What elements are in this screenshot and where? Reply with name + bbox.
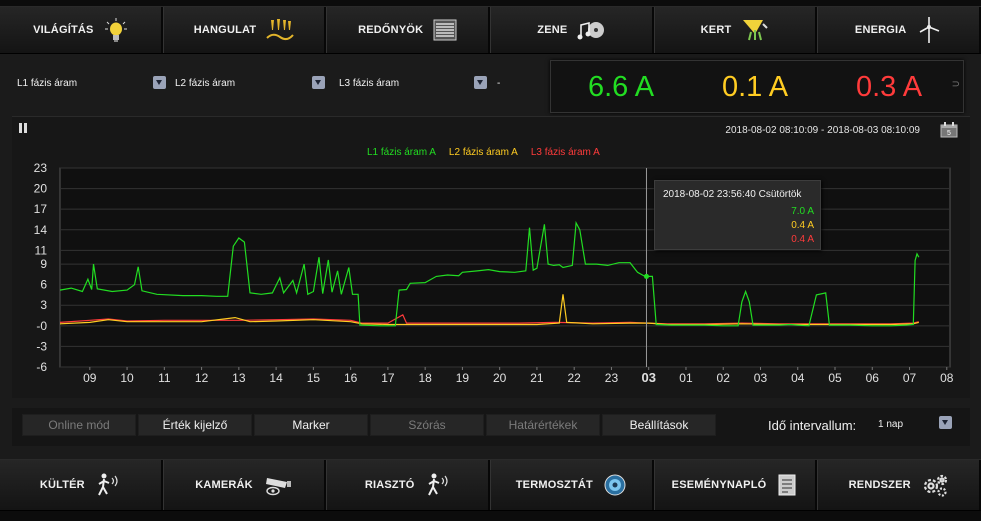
x-tick-label: 23 — [605, 371, 619, 385]
x-tick-label: 21 — [530, 371, 544, 385]
x-tick-label: 05 — [828, 371, 842, 385]
event-log-icon — [776, 473, 798, 497]
nav-label: RENDSZER — [848, 479, 911, 491]
x-tick-label: 13 — [232, 371, 246, 385]
y-tick-label: -0 — [36, 319, 47, 333]
legend-item: L3 fázis áram A — [531, 147, 600, 158]
x-tick-label: 15 — [307, 371, 321, 385]
y-tick-label: 20 — [34, 182, 48, 196]
x-tick-label: 09 — [83, 371, 97, 385]
x-tick-label: 14 — [269, 371, 283, 385]
chart-toolbar: Online mód Érték kijelző Marker Szórás H… — [12, 408, 970, 446]
tooltip-l3-value: 0.4 A — [791, 234, 814, 245]
x-tick-label: 03 — [641, 370, 655, 385]
y-tick-label: 11 — [35, 243, 48, 257]
alarm-icon — [425, 472, 451, 498]
gears-icon — [921, 473, 949, 497]
y-tick-label: 23 — [34, 161, 48, 175]
value-display-button[interactable]: Érték kijelző — [138, 414, 252, 436]
tooltip-l1-value: 7.0 A — [791, 206, 814, 217]
x-tick-label: 07 — [903, 371, 917, 385]
x-tick-label: 08 — [940, 371, 954, 385]
bottom-strip — [0, 511, 981, 521]
nav-esemenynaplo[interactable]: ESEMÉNYNAPLÓ — [653, 460, 818, 510]
x-tick-label: 18 — [418, 371, 432, 385]
x-tick-label: 10 — [120, 371, 134, 385]
x-tick-label: 01 — [679, 371, 693, 385]
marker-button[interactable]: Marker — [254, 414, 368, 436]
chevron-down-icon[interactable] — [939, 416, 952, 429]
x-tick-label: 12 — [195, 371, 209, 385]
legend-item: L2 fázis áram A — [449, 147, 518, 158]
interval-label: Idő intervallum: — [768, 418, 857, 433]
settings-button[interactable]: Beállítások — [602, 414, 716, 436]
bottom-nav: KÜLTÉR KAMERÁK RIASZTÓ TERMOSZTÁT ESEMÉN… — [0, 459, 981, 511]
nav-label: RIASZTÓ — [364, 479, 415, 491]
x-tick-label: 04 — [791, 371, 805, 385]
legend-item: L1 fázis áram A — [367, 147, 436, 158]
y-tick-label: 3 — [40, 298, 47, 312]
tooltip-l2-value: 0.4 A — [791, 220, 814, 231]
current-chart[interactable]: 2320171411963-0-3-609 10 11 12 13 14 15 16 17 18 1… — [0, 0, 981, 400]
tooltip-title: 2018-08-02 23:56:40 Csütörtök — [663, 189, 802, 200]
limits-button[interactable]: Határértékek — [486, 414, 600, 436]
nav-label: KAMERÁK — [195, 479, 253, 491]
online-mode-button[interactable]: Online mód — [22, 414, 136, 436]
nav-rendszer[interactable]: RENDSZER — [817, 460, 981, 510]
y-tick-label: -6 — [36, 360, 47, 374]
interval-select[interactable]: 1 nap — [878, 419, 903, 430]
x-tick-label: 16 — [344, 371, 358, 385]
y-tick-label: -3 — [36, 339, 47, 353]
y-tick-label: 14 — [34, 223, 48, 237]
thermostat-icon — [603, 473, 627, 497]
y-tick-label: 9 — [40, 257, 47, 271]
x-tick-label: 02 — [717, 371, 731, 385]
nav-riaszto[interactable]: RIASZTÓ — [326, 460, 491, 510]
deviation-button[interactable]: Szórás — [370, 414, 484, 436]
nav-kamerak[interactable]: KAMERÁK — [162, 460, 327, 510]
nav-label: TERMOSZTÁT — [515, 479, 593, 491]
nav-termosztat[interactable]: TERMOSZTÁT — [490, 460, 654, 510]
x-tick-label: 19 — [456, 371, 470, 385]
nav-label: ESEMÉNYNAPLÓ — [671, 479, 767, 491]
x-tick-label: 06 — [866, 371, 880, 385]
x-tick-label: 03 — [754, 371, 768, 385]
crosshair-marker — [643, 273, 649, 279]
x-tick-label: 17 — [381, 371, 395, 385]
nav-kulter[interactable]: KÜLTÉR — [0, 460, 163, 510]
outdoor-motion-icon — [95, 472, 121, 498]
nav-label: KÜLTÉR — [39, 479, 85, 491]
camera-icon — [263, 474, 293, 496]
x-tick-label: 22 — [568, 371, 582, 385]
y-tick-label: 6 — [40, 278, 47, 292]
chart-tooltip: 2018-08-02 23:56:40 Csütörtök 7.0 A 0.4 … — [654, 180, 821, 250]
x-tick-label: 11 — [158, 371, 171, 385]
x-tick-label: 20 — [493, 371, 507, 385]
y-tick-label: 17 — [34, 202, 48, 216]
